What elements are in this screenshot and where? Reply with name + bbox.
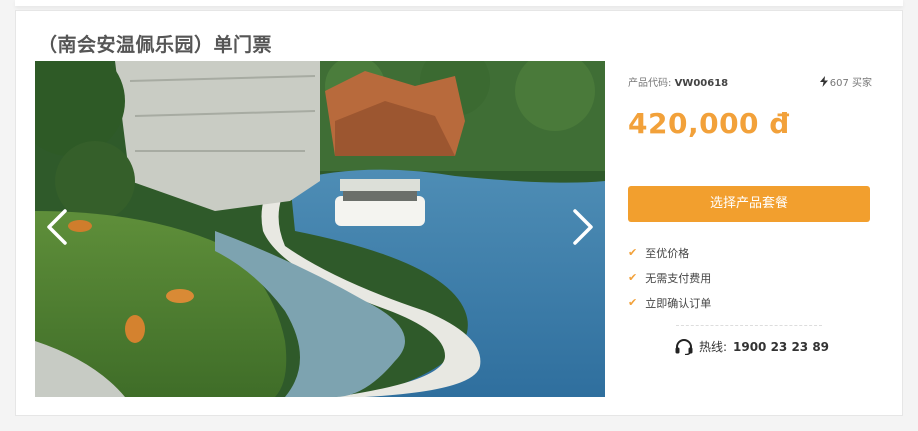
chevron-right-icon xyxy=(573,209,593,245)
check-icon: ✔ xyxy=(628,296,638,309)
gallery-next-button[interactable] xyxy=(567,207,597,247)
product-title: （南会安温佩乐园）单门票 xyxy=(38,34,273,56)
feature-item: ✔ 至优价格 xyxy=(628,240,872,265)
feature-item: ✔ 无需支付费用 xyxy=(628,265,872,290)
product-code-label: 产品代码: xyxy=(628,78,672,89)
feature-label: 无需支付费用 xyxy=(645,271,712,285)
feature-label: 立即确认订单 xyxy=(645,296,712,310)
lightning-icon xyxy=(819,76,828,87)
hotline[interactable]: 热线: 1900 23 23 89 xyxy=(628,338,872,355)
hotline-label: 热线: xyxy=(698,340,727,354)
top-bar xyxy=(15,0,903,6)
check-icon: ✔ xyxy=(628,246,638,259)
hotline-number: 1900 23 23 89 xyxy=(733,339,830,354)
feature-label: 至优价格 xyxy=(645,246,690,260)
image-gallery[interactable] xyxy=(35,61,605,397)
product-price: 420,000 đ xyxy=(628,107,790,140)
check-icon: ✔ xyxy=(628,271,638,284)
product-card: （南会安温佩乐园）单门票 产品代码: VW00618 607 买家 420,00… xyxy=(15,10,903,416)
park-photo xyxy=(35,61,605,397)
feature-item: ✔ 立即确认订单 xyxy=(628,290,872,315)
product-code-value: VW00618 xyxy=(674,78,729,89)
headset-icon xyxy=(675,338,693,355)
chevron-left-icon xyxy=(47,209,67,245)
product-code-row: 产品代码: VW00618 607 买家 xyxy=(628,74,872,89)
product-info: 产品代码: VW00618 607 买家 420,000 đ 选择产品套餐 ✔ … xyxy=(628,61,872,355)
sold-count-text: 607 买家 xyxy=(829,78,872,89)
select-package-button[interactable]: 选择产品套餐 xyxy=(628,186,870,222)
divider xyxy=(676,325,822,326)
gallery-prev-button[interactable] xyxy=(43,207,73,247)
sold-count: 607 买家 xyxy=(819,74,872,89)
product-code: 产品代码: VW00618 xyxy=(628,74,728,89)
feature-list: ✔ 至优价格 ✔ 无需支付费用 ✔ 立即确认订单 xyxy=(628,240,872,315)
